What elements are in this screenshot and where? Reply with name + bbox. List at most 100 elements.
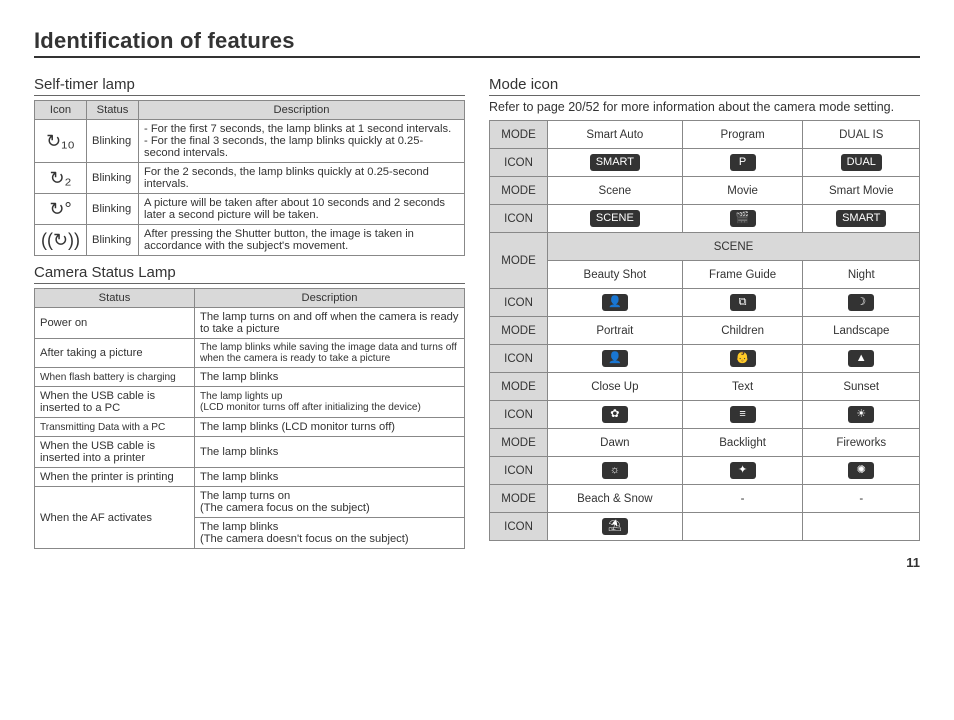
close-up-icon: ✿ bbox=[602, 406, 628, 423]
lamp-desc: The lamp turns on and off when the camer… bbox=[195, 308, 465, 339]
mode-icon-cell: ✺ bbox=[803, 457, 920, 485]
fireworks-icon: ✺ bbox=[848, 462, 874, 479]
smart-auto-icon: SMART bbox=[590, 154, 640, 171]
mode-name: Sunset bbox=[803, 373, 920, 401]
lamp-status: Transmitting Data with a PC bbox=[35, 418, 195, 437]
mode-icon-cell: 🎬 bbox=[682, 205, 803, 233]
row-label-icon: ICON bbox=[490, 289, 548, 317]
th-status: Status bbox=[87, 101, 139, 120]
mode-name: Landscape bbox=[803, 317, 920, 345]
lamp-status: When the printer is printing bbox=[35, 468, 195, 487]
table-row: When the printer is printing The lamp bl… bbox=[35, 468, 465, 487]
timer-icon: ↻₂ bbox=[35, 163, 87, 194]
mode-icon-cell: ☽ bbox=[803, 289, 920, 317]
beach-snow-icon: ⛱ bbox=[602, 518, 628, 535]
mode-icon-cell: SCENE bbox=[548, 205, 683, 233]
mode-icon-cell: P bbox=[682, 149, 803, 177]
lamp-status: When the USB cable is inserted to a PC bbox=[35, 387, 195, 418]
row-label-mode: MODE bbox=[490, 177, 548, 205]
smart-movie-icon: SMART bbox=[836, 210, 886, 227]
table-row: Power on The lamp turns on and off when … bbox=[35, 308, 465, 339]
mode-name: Text bbox=[682, 373, 803, 401]
mode-icon-cell: ☼ bbox=[548, 457, 683, 485]
page-title: Identification of features bbox=[34, 28, 920, 58]
lamp-desc: The lamp blinks while saving the image d… bbox=[195, 339, 465, 368]
mode-icon-cell: 👶 bbox=[682, 345, 803, 373]
night-icon: ☽ bbox=[848, 294, 874, 311]
left-column: Self-timer lamp Icon Status Description … bbox=[34, 68, 465, 549]
mode-icon-cell bbox=[682, 513, 803, 541]
row-label-mode: MODE bbox=[490, 121, 548, 149]
lamp-status: When the USB cable is inserted into a pr… bbox=[35, 437, 195, 468]
mode-name: Program bbox=[682, 121, 803, 149]
timer-desc: A picture will be taken after about 10 s… bbox=[139, 194, 465, 225]
row-label-icon: ICON bbox=[490, 401, 548, 429]
frame-guide-icon: ⧉ bbox=[730, 294, 756, 311]
lamp-status: When flash battery is charging bbox=[35, 368, 195, 387]
portrait-icon: 👤 bbox=[602, 350, 628, 367]
table-row: When flash battery is charging The lamp … bbox=[35, 368, 465, 387]
row-label-mode: MODE bbox=[490, 373, 548, 401]
table-row: When the USB cable is inserted to a PC T… bbox=[35, 387, 465, 418]
self-timer-heading: Self-timer lamp bbox=[34, 76, 465, 96]
mode-icon-note: Refer to page 20/52 for more information… bbox=[489, 100, 920, 114]
row-label-mode: MODE bbox=[490, 429, 548, 457]
mode-icon-heading: Mode icon bbox=[489, 76, 920, 96]
status-lamp-table: Status Description Power on The lamp tur… bbox=[34, 288, 465, 549]
self-timer-table: Icon Status Description ↻₁₀ Blinking - F… bbox=[34, 100, 465, 256]
timer-icon: ↻₁₀ bbox=[35, 120, 87, 163]
table-row: ↻₂ Blinking For the 2 seconds, the lamp … bbox=[35, 163, 465, 194]
mode-name: Beauty Shot bbox=[548, 261, 683, 289]
row-label-mode: MODE bbox=[490, 233, 548, 289]
children-icon: 👶 bbox=[730, 350, 756, 367]
mode-icon-cell: ≡ bbox=[682, 401, 803, 429]
mode-icon-cell bbox=[803, 513, 920, 541]
mode-icon-cell: ☀ bbox=[803, 401, 920, 429]
timer-status: Blinking bbox=[87, 225, 139, 256]
mode-name: Fireworks bbox=[803, 429, 920, 457]
row-label-icon: ICON bbox=[490, 345, 548, 373]
timer-icon: ((↻)) bbox=[35, 225, 87, 256]
mode-name: Portrait bbox=[548, 317, 683, 345]
table-row: After taking a picture The lamp blinks w… bbox=[35, 339, 465, 368]
timer-icon: ↻° bbox=[35, 194, 87, 225]
right-column: Mode icon Refer to page 20/52 for more i… bbox=[489, 68, 920, 549]
lamp-status: When the AF activates bbox=[35, 487, 195, 549]
table-row: When the AF activates The lamp turns on … bbox=[35, 487, 465, 518]
mode-icon-cell: DUAL bbox=[803, 149, 920, 177]
row-label-icon: ICON bbox=[490, 457, 548, 485]
th-desc: Description bbox=[139, 101, 465, 120]
mode-name: Dawn bbox=[548, 429, 683, 457]
status-lamp-heading: Camera Status Lamp bbox=[34, 264, 465, 284]
mode-name: Night bbox=[803, 261, 920, 289]
mode-icon-cell: ✿ bbox=[548, 401, 683, 429]
landscape-icon: ▲ bbox=[848, 350, 874, 367]
page-number: 11 bbox=[34, 555, 920, 570]
th-status: Status bbox=[35, 289, 195, 308]
row-label-mode: MODE bbox=[490, 485, 548, 513]
mode-name: Beach & Snow bbox=[548, 485, 683, 513]
lamp-desc: The lamp turns on (The camera focus on t… bbox=[195, 487, 465, 518]
row-label-mode: MODE bbox=[490, 317, 548, 345]
row-label-icon: ICON bbox=[490, 149, 548, 177]
mode-name: - bbox=[803, 485, 920, 513]
mode-icon-cell: 👤 bbox=[548, 345, 683, 373]
lamp-desc: The lamp blinks bbox=[195, 468, 465, 487]
backlight-icon: ✦ bbox=[730, 462, 756, 479]
mode-name: DUAL IS bbox=[803, 121, 920, 149]
timer-status: Blinking bbox=[87, 194, 139, 225]
mode-icon-cell: SMART bbox=[548, 149, 683, 177]
lamp-desc: The lamp blinks (The camera doesn't focu… bbox=[195, 518, 465, 549]
lamp-status: Power on bbox=[35, 308, 195, 339]
sunset-icon: ☀ bbox=[848, 406, 874, 423]
timer-status: Blinking bbox=[87, 163, 139, 194]
dual-is-icon: DUAL bbox=[841, 154, 882, 171]
mode-icon-cell: ⧉ bbox=[682, 289, 803, 317]
table-row: When the USB cable is inserted into a pr… bbox=[35, 437, 465, 468]
lamp-desc: The lamp blinks bbox=[195, 368, 465, 387]
timer-desc: For the 2 seconds, the lamp blinks quick… bbox=[139, 163, 465, 194]
mode-name: Smart Auto bbox=[548, 121, 683, 149]
table-row: Transmitting Data with a PC The lamp bli… bbox=[35, 418, 465, 437]
th-icon: Icon bbox=[35, 101, 87, 120]
mode-icon-table: MODE Smart Auto Program DUAL IS ICON SMA… bbox=[489, 120, 920, 541]
